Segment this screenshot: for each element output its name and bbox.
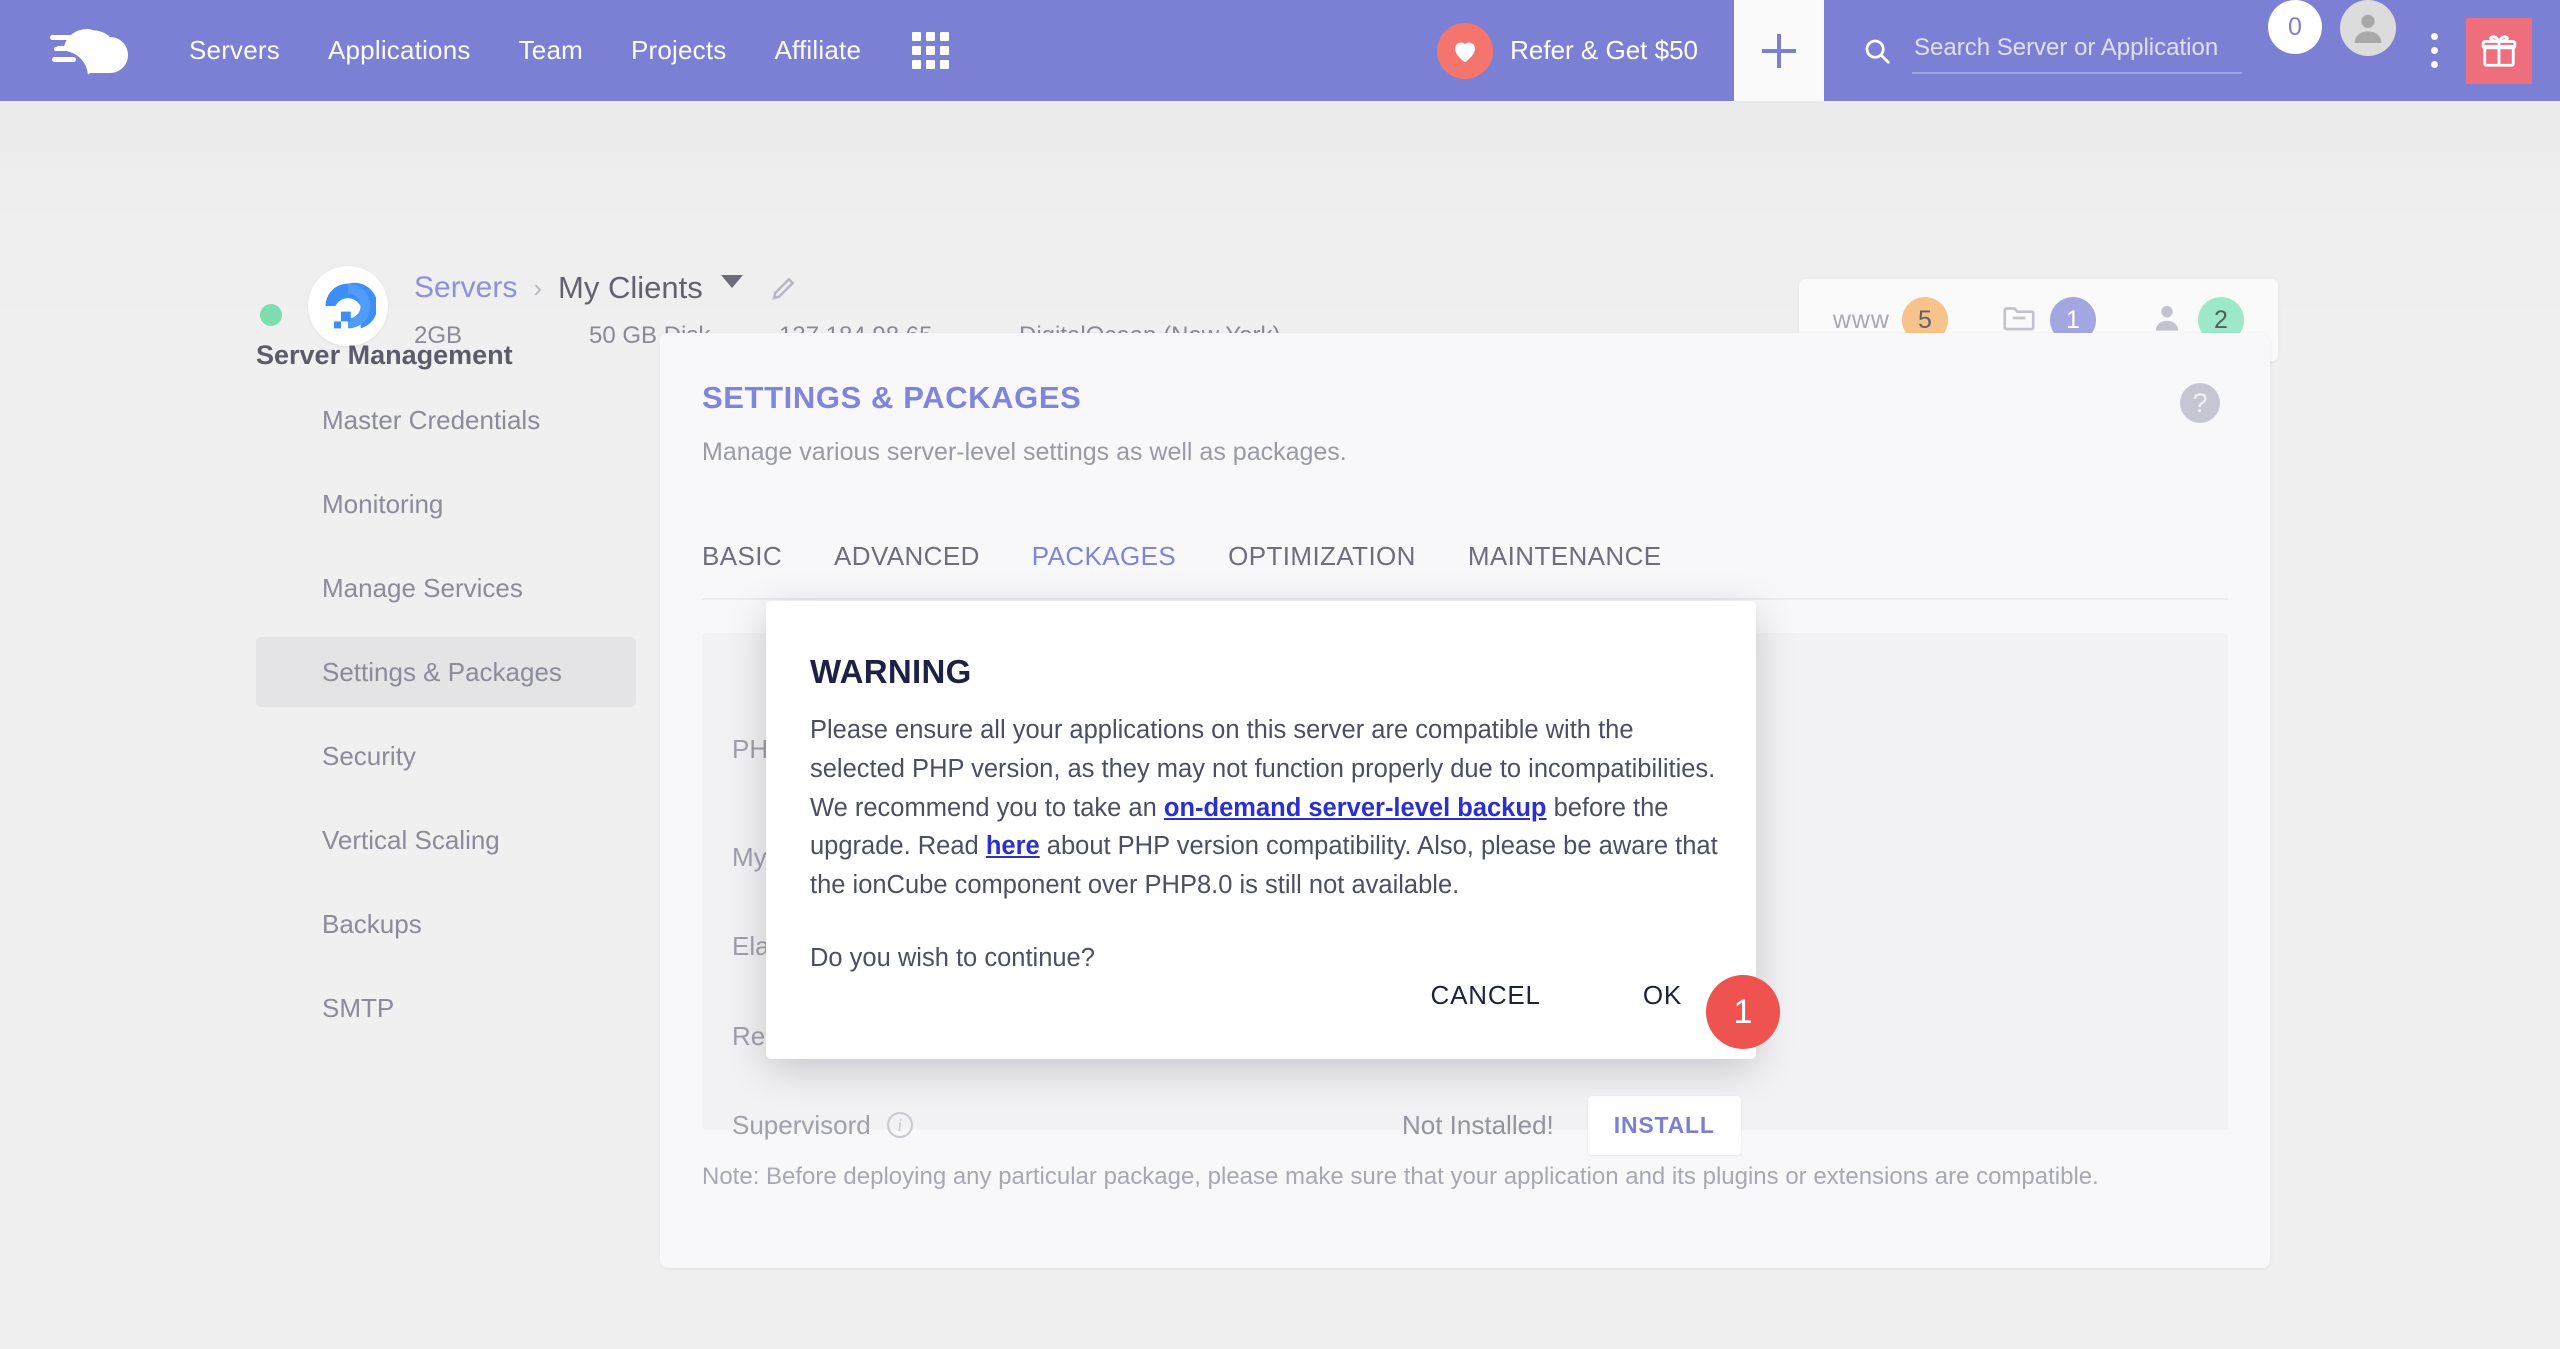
server-name: My Clients [558,270,703,305]
help-question-icon[interactable]: ? [2180,383,2220,423]
package-row-supervisord: Supervisord i Not Installed! INSTALL [732,1081,2198,1169]
package-status-supervisord: Not Installed! [1402,1109,1554,1140]
tab-optimization[interactable]: OPTIMIZATION [1202,541,1442,572]
nav-link-applications[interactable]: Applications [304,0,495,101]
nav-link-affiliate[interactable]: Affiliate [751,0,886,101]
tab-packages[interactable]: PACKAGES [1006,541,1202,572]
page-subtitle: Manage various server-level settings as … [702,438,1347,466]
server-header-bar: Servers › My Clients 2GB 50 GB Disk 137.… [0,101,2560,361]
gift-icon [2481,34,2517,67]
ok-button[interactable]: OK [1613,962,1712,1029]
install-button-supervisord[interactable]: INSTALL [1587,1095,1741,1155]
here-link[interactable]: here [986,832,1040,860]
plus-icon [1762,33,1796,68]
sidebar-item-monitoring[interactable]: Monitoring [256,469,636,539]
gift-promo-button[interactable] [2466,17,2532,84]
breadcrumb-separator: › [533,272,543,303]
chevron-down-icon[interactable] [720,274,743,288]
dialog-title: WARNING [810,653,972,690]
server-status-indicator [260,304,282,326]
cloud-logo-icon [49,28,128,75]
search-area [1824,0,2268,101]
tab-maintenance[interactable]: MAINTENANCE [1442,541,1688,572]
sidebar-item-vertical-scaling[interactable]: Vertical Scaling [256,805,636,875]
dialog-body: Please ensure all your applications on t… [810,711,1718,978]
user-avatar-icon [2354,14,2382,43]
sidebar-item-security[interactable]: Security [256,721,636,791]
notification-count-badge[interactable]: 0 [2268,0,2322,54]
provider-avatar [308,266,388,346]
sidebar-title: Server Management [256,340,513,370]
nav-link-team[interactable]: Team [495,0,607,101]
refer-label: Refer & Get $50 [1510,35,1698,65]
search-icon [1865,39,1890,64]
tab-basic[interactable]: BASIC [702,541,808,572]
sidebar-item-settings-packages[interactable]: Settings & Packages [256,637,636,707]
packages-note: Note: Before deploying any particular pa… [702,1163,2099,1190]
nav-link-projects[interactable]: Projects [607,0,751,101]
sidebar-item-master-credentials[interactable]: Master Credentials [256,385,636,455]
refer-and-get-button[interactable]: Refer & Get $50 [1437,0,1734,101]
add-new-button[interactable] [1734,0,1824,101]
sidebar-item-smtp[interactable]: SMTP [256,973,636,1043]
heart-icon [1437,22,1494,79]
info-icon[interactable]: i [886,1112,913,1138]
main-nav-links: Servers Applications Team Projects Affil… [165,0,885,101]
nav-link-servers[interactable]: Servers [165,0,304,101]
sidebar-item-backups[interactable]: Backups [256,889,636,959]
page-title: SETTINGS & PACKAGES [702,380,1082,415]
package-name-mysql: My [732,841,767,872]
grid-glyph [911,32,949,69]
server-management-sidebar: Server Management Master Credentials Mon… [256,340,636,1043]
package-name-php: PH [732,733,769,764]
step-marker-1: 1 [1706,975,1780,1049]
more-vertical-icon[interactable] [2412,0,2456,101]
package-name-elasticsearch: Ela [732,930,770,961]
dialog-actions: CANCEL OK [1401,962,1712,1029]
breadcrumb-servers-link[interactable]: Servers [414,271,517,305]
sidebar-item-manage-services[interactable]: Manage Services [256,553,636,623]
breadcrumb: Servers › My Clients [414,270,1280,306]
pencil-edit-icon[interactable] [769,273,799,303]
search-input[interactable] [1912,27,2242,74]
settings-tabs: BASIC ADVANCED PACKAGES OPTIMIZATION MAI… [702,541,2228,600]
backup-link[interactable]: on-demand server-level backup [1164,794,1547,822]
tab-advanced[interactable]: ADVANCED [808,541,1006,572]
top-navigation-bar: Servers Applications Team Projects Affil… [0,0,2560,101]
package-name-supervisord: Supervisord [732,1109,871,1140]
warning-dialog: WARNING Please ensure all your applicati… [766,601,1756,1059]
digitalocean-icon [325,282,376,329]
cloudways-logo[interactable] [0,0,165,101]
cancel-button[interactable]: CANCEL [1401,962,1571,1029]
www-label: www [1832,305,1890,334]
apps-grid-icon[interactable] [885,0,975,101]
user-avatar[interactable] [2340,0,2396,56]
